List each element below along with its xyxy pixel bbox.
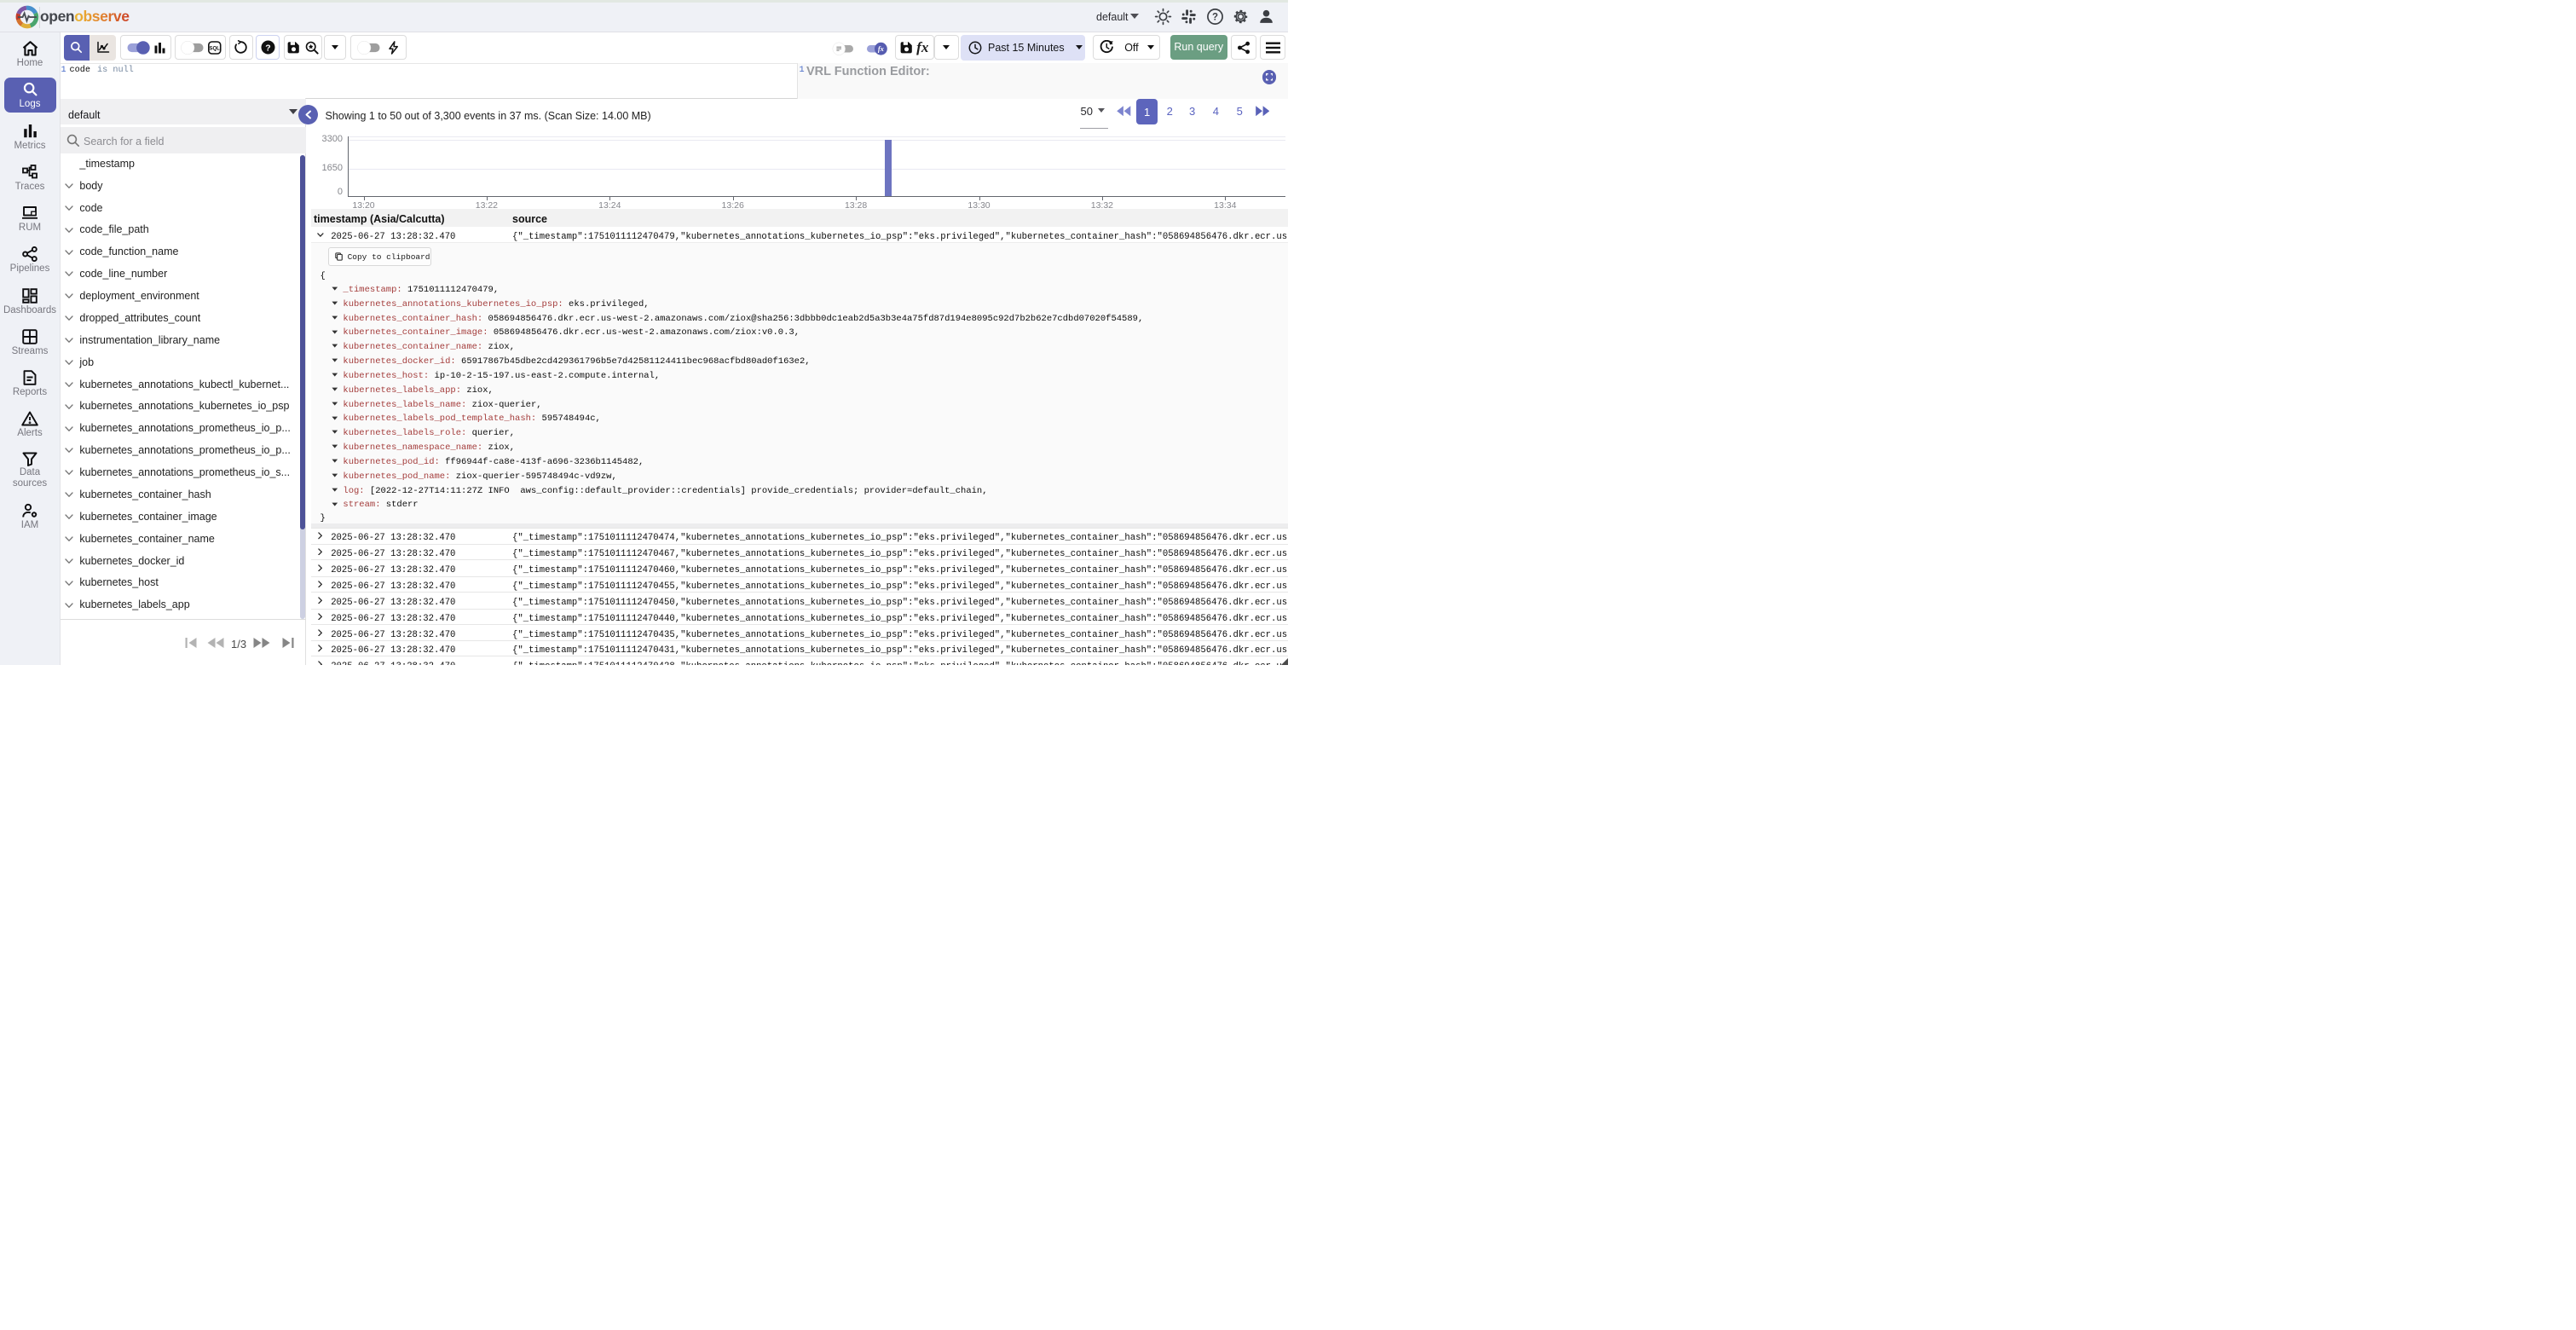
svg-text:?: ?	[265, 43, 270, 53]
svg-text:SQL: SQL	[210, 46, 221, 51]
svg-text:?: ?	[1212, 13, 1218, 23]
svg-text:fx: fx	[878, 44, 885, 53]
